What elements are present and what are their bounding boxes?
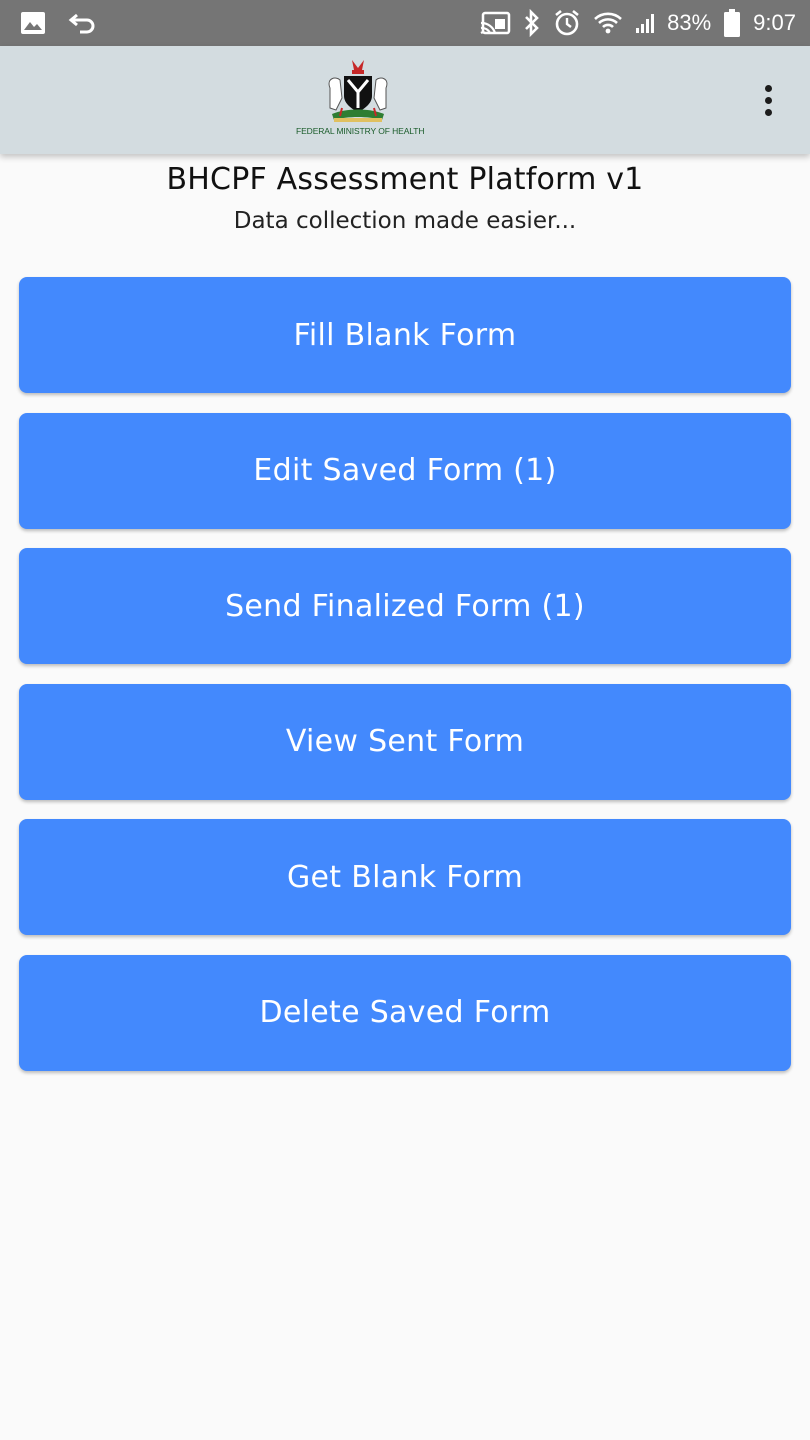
coat-of-arms-logo: FEDERAL MINISTRY OF HEALTH xyxy=(296,58,425,142)
bluetooth-icon xyxy=(523,9,541,37)
undo-icon xyxy=(68,11,98,35)
battery-percent: 83% xyxy=(667,10,712,35)
status-bar: 83% 9:07 xyxy=(0,0,810,46)
fill-blank-form-button[interactable]: Fill Blank Form xyxy=(19,277,791,393)
edit-saved-form-button[interactable]: Edit Saved Form (1) xyxy=(19,412,791,529)
page-subtitle: Data collection made easier... xyxy=(233,208,577,234)
wifi-icon xyxy=(593,10,623,36)
view-sent-form-button[interactable]: View Sent Form xyxy=(19,683,791,800)
more-vert-icon[interactable] xyxy=(748,78,788,122)
logo-caption: FEDERAL MINISTRY OF HEALTH xyxy=(296,126,425,136)
delete-saved-form-button[interactable]: Delete Saved Form xyxy=(19,954,791,1071)
get-blank-form-button[interactable]: Get Blank Form xyxy=(19,819,791,936)
cast-icon xyxy=(479,11,511,35)
action-list: Fill Blank Form Edit Saved Form (1) Send… xyxy=(19,277,791,1091)
image-icon xyxy=(20,11,46,35)
page-title: BHCPF Assessment Platform v1 xyxy=(166,162,644,197)
clock: 9:07 xyxy=(753,10,796,35)
signal-icon xyxy=(635,12,655,34)
send-finalized-form-button[interactable]: Send Finalized Form (1) xyxy=(19,548,791,665)
battery-icon xyxy=(723,8,741,38)
app-bar: FEDERAL MINISTRY OF HEALTH xyxy=(0,46,810,154)
alarm-icon xyxy=(553,9,581,37)
